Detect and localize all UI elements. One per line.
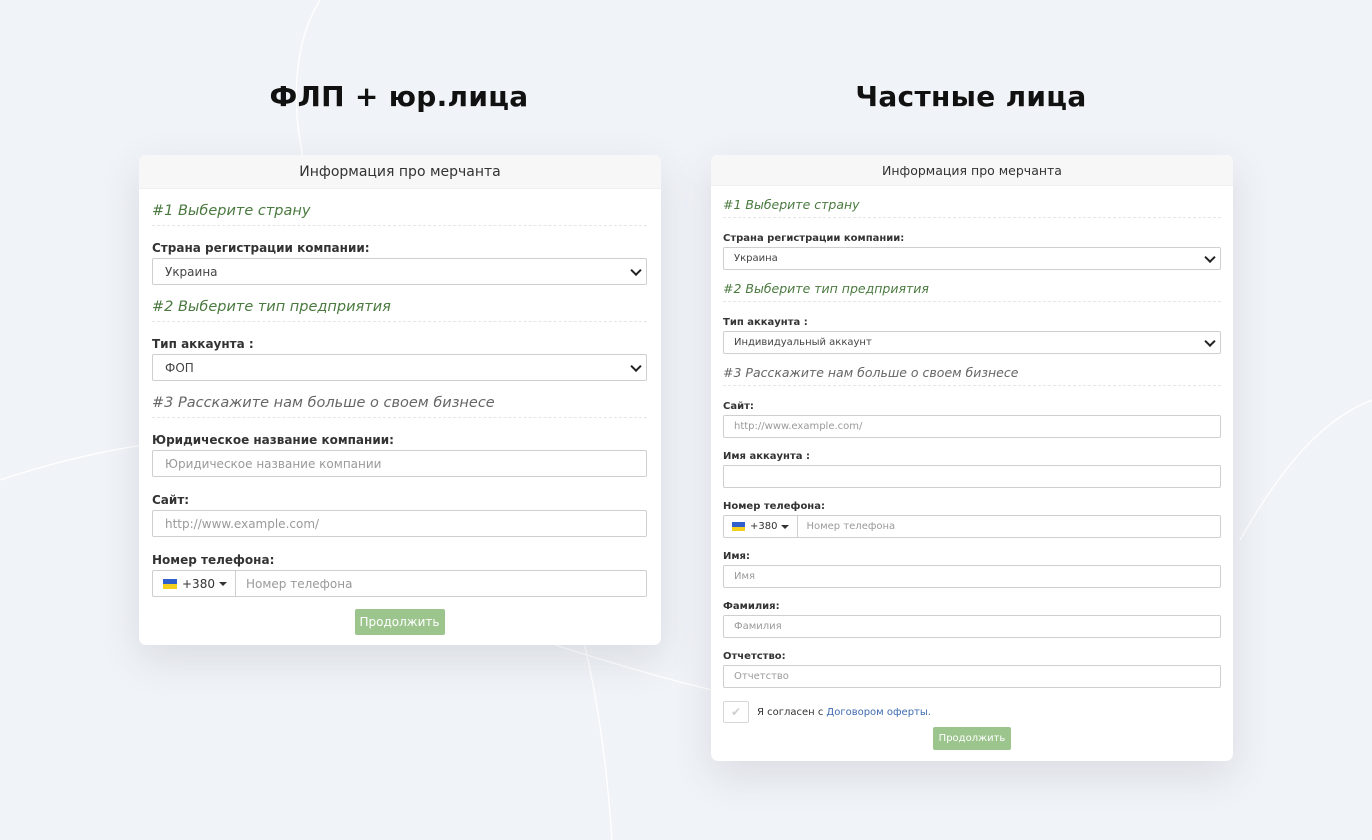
agreement-text: Я согласен с (757, 706, 824, 718)
ukraine-flag-icon (163, 578, 177, 589)
first-name-label: Имя: (723, 551, 750, 562)
country-select-value: Украина (165, 264, 218, 279)
patronymic-placeholder: Отчетство (734, 671, 789, 682)
ukraine-flag-icon (732, 522, 745, 531)
card-title: Информация про мерчанта (139, 155, 661, 189)
account-type-select-value: ФОП (165, 360, 194, 375)
country-label: Страна регистрации компании: (152, 241, 370, 255)
patronymic-input[interactable]: Отчетство (723, 665, 1221, 688)
patronymic-label: Отчетство: (723, 651, 786, 662)
last-name-input[interactable]: Фамилия (723, 615, 1221, 638)
country-select[interactable]: Украина (152, 258, 647, 285)
account-type-label: Тип аккаунта : (152, 337, 254, 351)
site-input[interactable]: http://www.example.com/ (723, 415, 1221, 438)
phone-country-code-dropdown[interactable]: +380 (723, 515, 798, 538)
phone-label: Номер телефона: (152, 553, 275, 567)
account-type-label: Тип аккаунта : (723, 317, 808, 328)
chevron-down-icon (630, 360, 642, 372)
account-type-select-value: Индивидуальный аккаунт (734, 337, 872, 348)
merchant-form-card-business: Информация про мерчанта #1 Выберите стра… (139, 155, 661, 645)
site-label: Сайт: (152, 493, 190, 507)
phone-field: +380 Номер телефона (152, 570, 647, 597)
account-name-label: Имя аккаунта : (723, 451, 810, 462)
site-label: Сайт: (723, 401, 754, 412)
phone-country-code-dropdown[interactable]: +380 (152, 570, 235, 597)
country-select[interactable]: Украина (723, 247, 1221, 270)
phone-code: +380 (750, 521, 778, 532)
continue-button[interactable]: Продолжить (933, 727, 1011, 750)
phone-number-input[interactable]: Номер телефона (234, 570, 647, 597)
step-tell-about-business: #3 Расскажите нам больше о своем бизнесе (723, 354, 1221, 386)
phone-field: +380 Номер телефона (723, 515, 1221, 538)
step-select-country: #1 Выберите страну (152, 189, 647, 226)
site-input[interactable]: http://www.example.com/ (152, 510, 647, 537)
chevron-down-icon (1204, 251, 1216, 263)
agreement-row: ✔ Я согласен с Договором оферты. (723, 700, 1221, 724)
first-name-placeholder: Имя (734, 571, 756, 582)
chevron-down-icon (1204, 335, 1216, 347)
card-title: Информация про мерчанта (711, 155, 1233, 186)
last-name-label: Фамилия: (723, 601, 780, 612)
site-placeholder: http://www.example.com/ (165, 516, 320, 531)
account-type-select[interactable]: Индивидуальный аккаунт (723, 331, 1221, 354)
step-select-country: #1 Выберите страну (723, 186, 1221, 218)
phone-code: +380 (182, 576, 215, 591)
left-heading: ФЛП + юр.лица (269, 80, 529, 113)
account-name-input[interactable] (723, 465, 1221, 488)
offer-agreement-link[interactable]: Договором оферты. (826, 707, 931, 718)
legal-name-placeholder: Юридическое название компании (165, 456, 382, 471)
phone-label: Номер телефона: (723, 501, 825, 512)
caret-down-icon (218, 581, 227, 586)
last-name-placeholder: Фамилия (734, 621, 782, 632)
merchant-form-card-individual: Информация про мерчанта #1 Выберите стра… (711, 155, 1233, 761)
country-label: Страна регистрации компании: (723, 233, 905, 244)
chevron-down-icon (630, 264, 642, 276)
step-select-enterprise-type: #2 Выберите тип предприятия (723, 270, 1221, 302)
right-heading: Частные лица (855, 80, 1087, 113)
caret-down-icon (781, 524, 790, 529)
site-placeholder: http://www.example.com/ (734, 421, 863, 432)
account-type-select[interactable]: ФОП (152, 354, 647, 381)
step-select-enterprise-type: #2 Выберите тип предприятия (152, 285, 647, 322)
checkmark-icon: ✔ (730, 705, 742, 719)
country-select-value: Украина (734, 253, 778, 264)
legal-name-label: Юридическое название компании: (152, 433, 394, 447)
step-tell-about-business: #3 Расскажите нам больше о своем бизнесе (152, 381, 647, 418)
phone-number-input[interactable]: Номер телефона (797, 515, 1221, 538)
phone-placeholder: Номер телефона (245, 576, 353, 591)
agreement-checkbox[interactable]: ✔ (723, 701, 749, 723)
phone-placeholder: Номер телефона (806, 521, 896, 532)
first-name-input[interactable]: Имя (723, 565, 1221, 588)
legal-name-input[interactable]: Юридическое название компании (152, 450, 647, 477)
continue-button[interactable]: Продолжить (354, 609, 445, 635)
